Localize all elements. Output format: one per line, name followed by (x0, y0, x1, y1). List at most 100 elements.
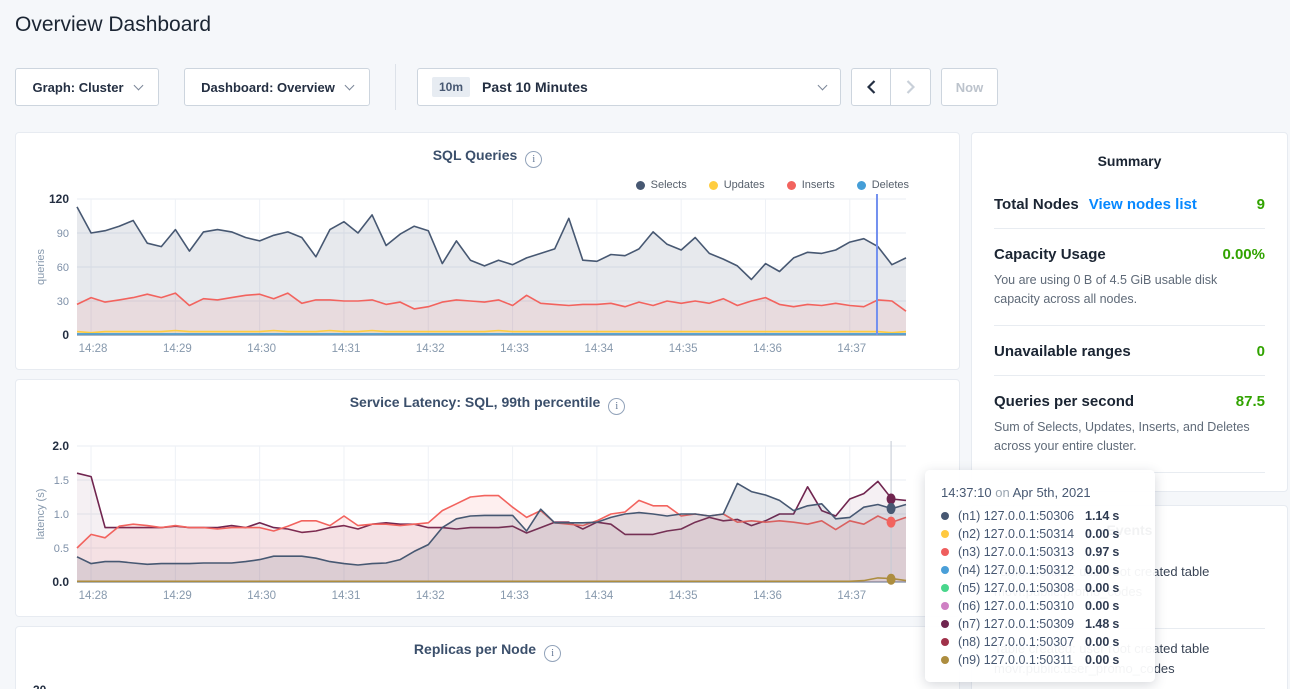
dashboard-dropdown[interactable]: Dashboard: Overview (184, 68, 370, 106)
tooltip-node-label: (n4) 127.0.0.1:50312 (958, 563, 1085, 577)
svg-text:0.5: 0.5 (54, 543, 69, 555)
summary-value: 1208.0 ms (1193, 490, 1265, 493)
legend-label: Updates (724, 179, 765, 191)
tooltip-node-value: 0.00 (1085, 581, 1109, 595)
tooltip-node-value: 0.00 (1085, 563, 1109, 577)
toolbar-divider (395, 64, 396, 110)
info-icon[interactable]: i (544, 645, 561, 662)
summary-label: Queries per second (994, 393, 1134, 410)
tooltip-time: 14:37:10 (941, 485, 992, 500)
tooltip-node-value: 0.97 (1085, 545, 1109, 559)
tooltip-node-value: 1.14 (1085, 509, 1109, 523)
chart-title: Replicas per Node i (16, 641, 959, 662)
svg-text:14:37: 14:37 (837, 343, 866, 355)
summary-desc: Sum of Selects, Updates, Inserts, and De… (994, 418, 1265, 457)
series-color-dot (941, 530, 949, 538)
chart-legend: Selects Updates Inserts Deletes (636, 179, 909, 191)
summary-desc: You are using 0 B of 4.5 GiB usable disk… (994, 271, 1265, 310)
info-icon[interactable]: i (608, 398, 625, 415)
series-color-dot (787, 181, 796, 190)
svg-text:14:36: 14:36 (753, 590, 782, 602)
tooltip-node-unit: s (1112, 635, 1119, 649)
summary-row-capacity: Capacity Usage 0.00% You are using 0 B o… (994, 228, 1265, 325)
tooltip-node-label: (n8) 127.0.0.1:50307 (958, 635, 1085, 649)
tooltip-row: (n2) 127.0.0.1:503140.00s (941, 525, 1139, 543)
legend-label: Deletes (872, 179, 909, 191)
svg-text:14:32: 14:32 (416, 590, 445, 602)
time-prev-button[interactable] (851, 68, 891, 106)
tooltip-row: (n1) 127.0.0.1:503061.14s (941, 507, 1139, 525)
tooltip-on: on (995, 485, 1009, 500)
series-color-dot (941, 548, 949, 556)
tooltip-node-label: (n6) 127.0.0.1:50310 (958, 599, 1085, 613)
legend-item[interactable]: Updates (709, 179, 765, 191)
svg-text:latency (s): latency (s) (35, 489, 47, 540)
time-next-button[interactable] (891, 68, 931, 106)
page-title: Overview Dashboard (15, 13, 211, 37)
svg-text:14:31: 14:31 (332, 590, 361, 602)
svg-text:14:28: 14:28 (79, 343, 108, 355)
svg-text:2.0: 2.0 (52, 440, 69, 453)
svg-text:1.5: 1.5 (54, 475, 69, 487)
summary-label: Unavailable ranges (994, 343, 1131, 360)
time-range-badge: 10m (432, 77, 470, 97)
legend-item[interactable]: Deletes (857, 179, 909, 191)
tooltip-node-unit: s (1112, 509, 1119, 523)
svg-text:0: 0 (62, 328, 69, 342)
legend-item[interactable]: Selects (636, 179, 687, 191)
now-button[interactable]: Now (941, 68, 998, 106)
svg-text:120: 120 (49, 193, 69, 206)
tooltip-row: (n8) 127.0.0.1:503070.00s (941, 633, 1139, 651)
svg-text:14:36: 14:36 (753, 343, 782, 355)
legend-label: Selects (651, 179, 687, 191)
chart-title-text: SQL Queries (433, 147, 518, 163)
legend-item[interactable]: Inserts (787, 179, 835, 191)
tooltip-node-unit: s (1112, 545, 1119, 559)
chart-title: SQL Queries i (16, 147, 959, 168)
series-color-dot (941, 566, 949, 574)
chart-title-text: Replicas per Node (414, 641, 536, 657)
tooltip-date: Apr 5th, 2021 (1013, 485, 1091, 500)
info-icon[interactable]: i (525, 151, 542, 168)
tooltip-node-unit: s (1112, 599, 1119, 613)
svg-text:14:30: 14:30 (247, 343, 276, 355)
tooltip-node-unit: s (1112, 581, 1119, 595)
svg-text:14:29: 14:29 (163, 590, 192, 602)
svg-text:14:33: 14:33 (500, 590, 529, 602)
svg-text:60: 60 (57, 262, 69, 274)
svg-text:14:30: 14:30 (247, 590, 276, 602)
tooltip-node-unit: s (1112, 617, 1119, 631)
time-range-picker[interactable]: 10m Past 10 Minutes (417, 68, 841, 106)
summary-value: 0 (1257, 343, 1265, 360)
chevron-down-icon (818, 80, 828, 90)
svg-text:0.0: 0.0 (52, 575, 69, 589)
graph-dropdown-label: Graph: Cluster (32, 80, 123, 95)
summary-row-total-nodes: Total Nodes View nodes list 9 (994, 179, 1265, 228)
service-latency-chart[interactable]: 0.00.51.01.52.014:2814:2914:3014:3114:32… (34, 440, 944, 618)
tooltip-node-label: (n2) 127.0.0.1:50314 (958, 527, 1085, 541)
tooltip-row: (n9) 127.0.0.1:503110.00s (941, 651, 1139, 669)
tooltip-timestamp: 14:37:10 on Apr 5th, 2021 (941, 485, 1139, 500)
summary-panel: Summary Total Nodes View nodes list 9 Ca… (971, 132, 1288, 492)
chevron-right-icon (906, 80, 915, 94)
replicas-per-node-chart-card: Replicas per Nodei 30 (15, 626, 960, 689)
series-color-dot (941, 602, 949, 610)
chart-hover-tooltip: 14:37:10 on Apr 5th, 2021 (n1) 127.0.0.1… (925, 470, 1155, 682)
sql-queries-chart[interactable]: 030609012014:2814:2914:3014:3114:3214:33… (34, 193, 944, 371)
tooltip-node-label: (n7) 127.0.0.1:50309 (958, 617, 1085, 631)
tooltip-row: (n6) 127.0.0.1:503100.00s (941, 597, 1139, 615)
tooltip-node-value: 1.48 (1085, 617, 1109, 631)
svg-text:90: 90 (57, 228, 69, 240)
service-latency-chart-card: Service Latency: SQL, 99th percentilei 0… (15, 379, 960, 617)
svg-text:14:34: 14:34 (584, 590, 613, 602)
tooltip-node-label: (n1) 127.0.0.1:50306 (958, 509, 1085, 523)
view-nodes-list-link[interactable]: View nodes list (1089, 196, 1197, 213)
graph-dropdown[interactable]: Graph: Cluster (15, 68, 159, 106)
chart-title: Service Latency: SQL, 99th percentilei (16, 394, 959, 415)
chevron-left-icon (867, 80, 876, 94)
tooltip-node-unit: s (1112, 563, 1119, 577)
tooltip-node-value: 0.00 (1085, 653, 1109, 667)
tooltip-row: (n7) 127.0.0.1:503091.48s (941, 615, 1139, 633)
tooltip-rows: (n1) 127.0.0.1:503061.14s(n2) 127.0.0.1:… (941, 507, 1139, 669)
svg-text:14:35: 14:35 (669, 343, 698, 355)
